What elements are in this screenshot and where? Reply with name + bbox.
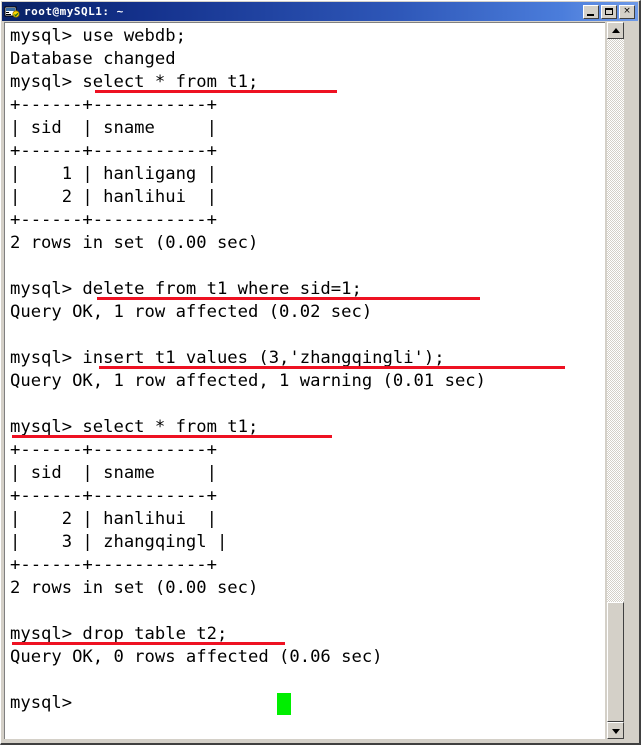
window-title: root@mySQL1: ~ — [24, 5, 124, 18]
terminal-line: mysql> select * from t1; — [10, 416, 605, 439]
window-controls: × — [581, 4, 635, 19]
terminal-line-text: +------+-----------+ — [10, 210, 217, 230]
terminal-line: +------+-----------+ — [10, 554, 605, 577]
terminal-line: Query OK, 1 row affected (0.02 sec) — [10, 301, 605, 324]
terminal-line: +------+-----------+ — [10, 140, 605, 163]
red-underline-annotation — [99, 366, 565, 369]
terminal-line-text: Database changed — [10, 49, 176, 69]
block-cursor — [277, 693, 291, 715]
terminal-line: +------+-----------+ — [10, 209, 605, 232]
scroll-down-button[interactable] — [607, 722, 624, 739]
terminal-window: root@mySQL1: ~ × mysql> use webdb; Databa… — [0, 0, 641, 745]
terminal-line: mysql> — [10, 692, 605, 715]
terminal-line: Database changed — [10, 48, 605, 71]
terminal-line-text: mysql> delete from t1 where sid=1; — [10, 279, 362, 299]
terminal-line-text: 2 rows in set (0.00 sec) — [10, 233, 259, 253]
terminal-line: +------+-----------+ — [10, 94, 605, 117]
terminal-line: mysql> insert t1 values (3,'zhangqingli'… — [10, 347, 605, 370]
terminal-line-text: +------+-----------+ — [10, 95, 217, 115]
chevron-down-icon — [611, 728, 620, 734]
terminal-line-text: Query OK, 1 row affected (0.02 sec) — [10, 302, 373, 322]
terminal-output: mysql> use webdb; Database changed mysql> … — [10, 25, 605, 715]
terminal-line: +------+-----------+ — [10, 485, 605, 508]
terminal-line: | 3 | zhangqingl | — [10, 531, 605, 554]
vertical-scrollbar[interactable] — [607, 22, 624, 739]
maximize-button[interactable] — [601, 4, 617, 19]
terminal-line: 2 rows in set (0.00 sec) — [10, 232, 605, 255]
terminal-line: 2 rows in set (0.00 sec) — [10, 577, 605, 600]
scrollbar-thumb[interactable] — [607, 602, 624, 722]
terminal-line-text: | 1 | hanligang | — [10, 164, 217, 184]
terminal-line-text: mysql> select * from t1; — [10, 417, 259, 437]
close-button[interactable]: × — [619, 4, 635, 19]
terminal-line: mysql> select * from t1; — [10, 71, 605, 94]
close-icon: × — [623, 6, 631, 16]
red-underline-annotation — [95, 90, 337, 93]
terminal-line-text: Query OK, 1 row affected, 1 warning (0.0… — [10, 371, 486, 391]
terminal-line-text: Query OK, 0 rows affected (0.06 sec) — [10, 647, 383, 667]
red-underline-annotation — [12, 435, 332, 438]
terminal-line-text: | 3 | zhangqingl | — [10, 532, 228, 552]
client-area: mysql> use webdb; Database changed mysql> … — [2, 21, 638, 743]
terminal-line-text: 2 rows in set (0.00 sec) — [10, 578, 259, 598]
terminal-line-text: mysql> use webdb; — [10, 26, 186, 46]
red-underline-annotation — [12, 642, 285, 645]
terminal-line: Query OK, 1 row affected, 1 warning (0.0… — [10, 370, 605, 393]
red-underline-annotation — [97, 297, 480, 300]
terminal-line-text: mysql> drop table t2; — [10, 624, 228, 644]
terminal-line: mysql> drop table t2; — [10, 623, 605, 646]
terminal-line-text: mysql> select * from t1; — [10, 72, 259, 92]
terminal-line-text: | 2 | hanlihui | — [10, 509, 217, 529]
terminal-line: | 1 | hanligang | — [10, 163, 605, 186]
terminal-line: +------+-----------+ — [10, 439, 605, 462]
terminal-line-text: +------+-----------+ — [10, 141, 217, 161]
terminal-line-text: +------+-----------+ — [10, 440, 217, 460]
title-bar[interactable]: root@mySQL1: ~ × — [2, 2, 638, 21]
window-bottom-edge — [2, 740, 638, 743]
terminal-line: mysql> delete from t1 where sid=1; — [10, 278, 605, 301]
terminal-line-text: +------+-----------+ — [10, 555, 217, 575]
terminal-line: | 2 | hanlihui | — [10, 186, 605, 209]
chevron-up-icon — [611, 27, 620, 33]
terminal-line: mysql> use webdb; — [10, 25, 605, 48]
terminal-line-text: | 2 | hanlihui | — [10, 187, 217, 207]
terminal-line: | sid | sname | — [10, 117, 605, 140]
terminal-line-text: mysql> insert t1 values (3,'zhangqingli'… — [10, 348, 445, 368]
terminal-screen[interactable]: mysql> use webdb; Database changed mysql> … — [4, 22, 605, 739]
terminal-line-text: | sid | sname | — [10, 118, 217, 138]
terminal-line-text: mysql> — [10, 693, 73, 713]
minimize-button[interactable] — [583, 4, 599, 19]
terminal-line-text: | sid | sname | — [10, 463, 217, 483]
terminal-line: | 2 | hanlihui | — [10, 508, 605, 531]
putty-terminal-icon — [4, 4, 20, 20]
terminal-line: Query OK, 0 rows affected (0.06 sec) — [10, 646, 605, 669]
scroll-up-button[interactable] — [607, 22, 624, 39]
terminal-line: | sid | sname | — [10, 462, 605, 485]
terminal-line-text: +------+-----------+ — [10, 486, 217, 506]
